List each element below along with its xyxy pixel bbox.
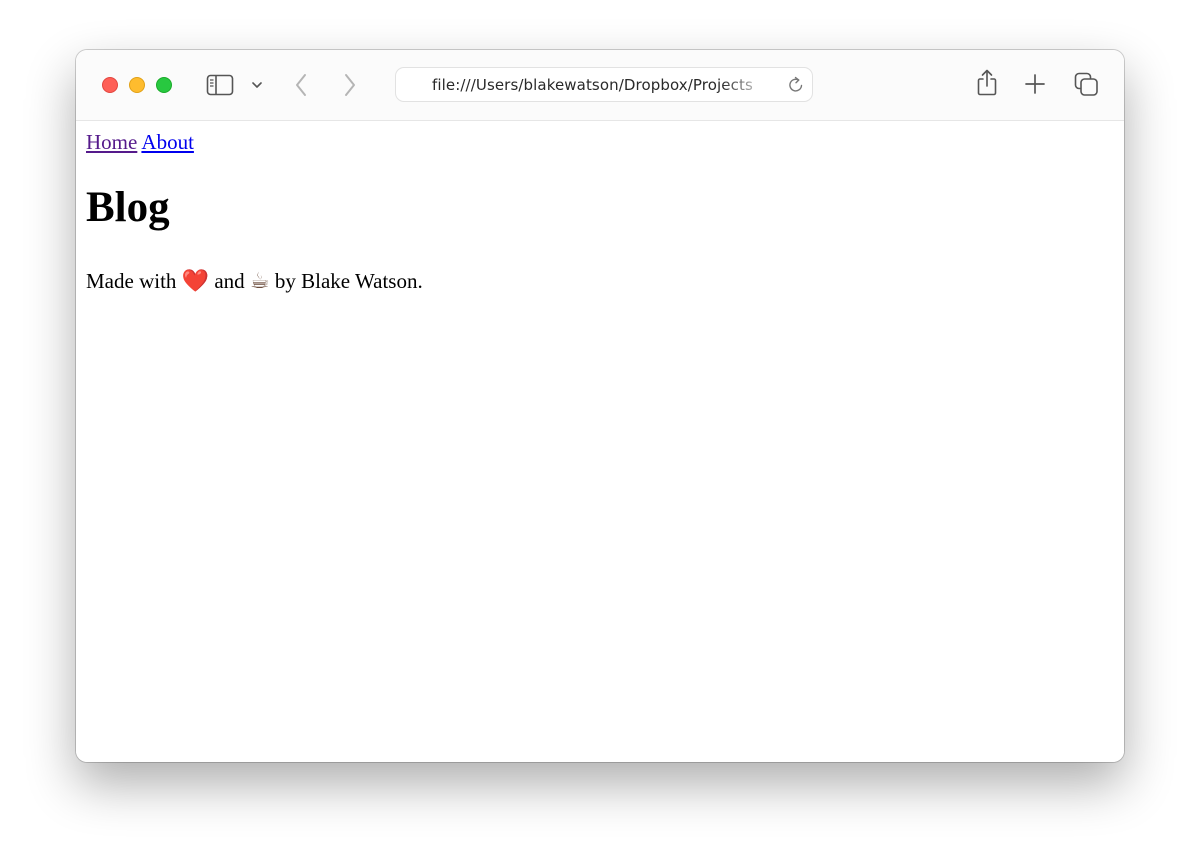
address-bar[interactable]: file:///Users/blakewatson/Dropbox/Projec… bbox=[395, 67, 813, 102]
browser-window: file:///Users/blakewatson/Dropbox/Projec… bbox=[76, 50, 1124, 762]
chevron-down-icon[interactable] bbox=[251, 80, 263, 90]
site-nav: Home About bbox=[86, 130, 194, 155]
nav-link-home[interactable]: Home bbox=[86, 130, 137, 154]
close-window-button[interactable] bbox=[102, 77, 118, 93]
tab-overview-icon[interactable] bbox=[1074, 72, 1099, 97]
coffee-icon: ☕ bbox=[249, 269, 270, 294]
new-tab-icon[interactable] bbox=[1025, 74, 1045, 94]
page-title: Blog bbox=[86, 184, 170, 231]
reload-icon[interactable] bbox=[787, 76, 805, 94]
url-text[interactable]: file:///Users/blakewatson/Dropbox/Projec… bbox=[432, 76, 772, 94]
credit-text: Made with ❤️ and ☕ by Blake Watson. bbox=[86, 269, 423, 294]
credit-prefix: Made with bbox=[86, 269, 177, 293]
heart-icon: ❤️ bbox=[181, 269, 210, 294]
minimize-window-button[interactable] bbox=[129, 77, 145, 93]
credit-suffix: by Blake Watson. bbox=[274, 269, 423, 293]
zoom-window-button[interactable] bbox=[156, 77, 172, 93]
forward-icon[interactable] bbox=[343, 73, 357, 97]
sidebar-icon[interactable] bbox=[206, 74, 234, 96]
share-icon[interactable] bbox=[976, 69, 998, 97]
credit-middle: and bbox=[214, 269, 245, 293]
browser-toolbar: file:///Users/blakewatson/Dropbox/Projec… bbox=[76, 50, 1124, 121]
back-icon[interactable] bbox=[294, 73, 308, 97]
nav-link-about[interactable]: About bbox=[141, 130, 194, 154]
page-content: Home About Blog Made with ❤️ and ☕ by Bl… bbox=[76, 121, 1124, 762]
